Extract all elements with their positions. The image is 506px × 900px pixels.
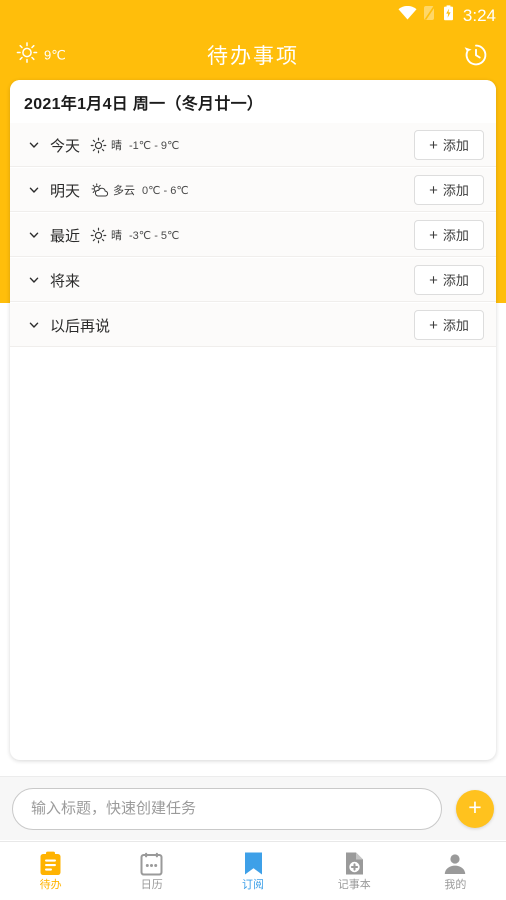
signal-off-icon — [423, 5, 436, 26]
group-weather: 晴 -3℃ - 5℃ — [90, 227, 414, 244]
todo-card: 2021年1月4日 周一（冬月廿一） 今天 晴 -1℃ - 9℃ + 添加 明天… — [10, 80, 496, 760]
chevron-down-icon[interactable] — [28, 229, 40, 241]
chevron-down-icon[interactable] — [28, 274, 40, 286]
battery-charging-icon — [443, 4, 454, 26]
group-row[interactable]: 将来 + 添加 — [10, 258, 496, 303]
nav-label-subscribe: 订阅 — [242, 878, 264, 891]
chevron-down-icon[interactable] — [28, 319, 40, 331]
clipboard-icon — [39, 851, 62, 876]
sun-icon — [90, 137, 107, 154]
group-weather: 晴 -1℃ - 9℃ — [90, 137, 414, 154]
nav-item-todo[interactable]: 待办 — [0, 842, 101, 900]
add-button-label: 添加 — [442, 227, 469, 243]
add-task-fab[interactable]: + — [456, 789, 494, 828]
add-button-label: 添加 — [442, 272, 469, 288]
nav-item-calendar[interactable]: 日历 — [101, 842, 202, 900]
group-name: 以后再说 — [50, 317, 111, 335]
add-task-button[interactable]: + 添加 — [414, 220, 484, 250]
plus-icon: + — [468, 794, 482, 820]
nav-item-subscribe[interactable]: 订阅 — [202, 842, 303, 900]
nav-item-notebook[interactable]: 记事本 — [304, 842, 405, 900]
title-bar: 待办事项 9℃ — [0, 30, 506, 80]
temperature-range: -1℃ - 9℃ — [129, 139, 180, 152]
history-icon[interactable] — [460, 39, 492, 71]
plus-icon: + — [429, 226, 438, 244]
chevron-down-icon[interactable] — [28, 139, 40, 151]
nav-label-profile: 我的 — [444, 878, 467, 891]
sun-icon — [90, 227, 107, 244]
nav-label-calendar: 日历 — [140, 878, 163, 891]
plus-icon: + — [429, 271, 438, 289]
person-icon — [443, 852, 467, 876]
sun-icon — [16, 42, 38, 69]
date-header-text: 2021年1月4日 周一（冬月廿一） — [24, 95, 264, 113]
add-task-button[interactable]: + 添加 — [414, 175, 484, 205]
status-bar: 3:24 — [0, 0, 506, 30]
group-list: 今天 晴 -1℃ - 9℃ + 添加 明天 多云 0℃ - 6℃ + 添加 最近… — [10, 123, 496, 348]
quick-create-bar: + — [0, 776, 506, 840]
temperature-range: -3℃ - 5℃ — [129, 229, 180, 242]
group-name: 最近 — [50, 227, 81, 245]
calendar-icon — [140, 852, 163, 876]
plus-icon: + — [429, 181, 438, 199]
note-plus-icon — [344, 852, 365, 876]
group-row[interactable]: 以后再说 + 添加 — [10, 303, 496, 348]
date-header[interactable]: 2021年1月4日 周一（冬月廿一） — [10, 80, 496, 123]
add-button-label: 添加 — [442, 182, 469, 198]
group-name: 将来 — [50, 272, 81, 290]
add-task-button[interactable]: + 添加 — [414, 130, 484, 160]
bottom-navigation: 待办 日历 订阅 记事本 我的 — [0, 841, 506, 900]
weather-description: 晴 — [111, 140, 123, 152]
nav-label-todo: 待办 — [39, 878, 62, 891]
weather-description: 多云 — [113, 185, 136, 197]
group-row[interactable]: 明天 多云 0℃ - 6℃ + 添加 — [10, 168, 496, 213]
temperature-range: 0℃ - 6℃ — [142, 184, 189, 197]
add-button-label: 添加 — [442, 317, 469, 333]
chevron-down-icon[interactable] — [28, 184, 40, 196]
add-task-button[interactable]: + 添加 — [414, 265, 484, 295]
page-title: 待办事项 — [207, 45, 299, 68]
group-name: 今天 — [50, 137, 81, 155]
header-weather[interactable]: 9℃ — [16, 42, 66, 69]
bookmark-icon — [243, 852, 264, 876]
nav-label-notebook: 记事本 — [337, 878, 371, 891]
plus-icon: + — [429, 316, 438, 334]
sun-cloud-icon — [90, 182, 109, 199]
group-weather: 多云 0℃ - 6℃ — [90, 182, 414, 199]
group-row[interactable]: 今天 晴 -1℃ - 9℃ + 添加 — [10, 123, 496, 168]
group-name: 明天 — [50, 182, 81, 200]
group-row[interactable]: 最近 晴 -3℃ - 5℃ + 添加 — [10, 213, 496, 258]
nav-item-profile[interactable]: 我的 — [405, 842, 506, 900]
plus-icon: + — [429, 136, 438, 154]
status-bar-clock: 3:24 — [462, 5, 496, 25]
weather-description: 晴 — [111, 230, 123, 242]
wifi-icon — [398, 5, 417, 25]
add-task-button[interactable]: + 添加 — [414, 310, 484, 340]
add-button-label: 添加 — [442, 137, 469, 153]
app-root: 3:24 待办事项 9℃ 2021年1月4日 周一（冬月廿一） 今天 晴 -1℃… — [0, 0, 506, 900]
header-temperature: 9℃ — [44, 47, 66, 63]
quick-create-input[interactable] — [12, 787, 442, 830]
